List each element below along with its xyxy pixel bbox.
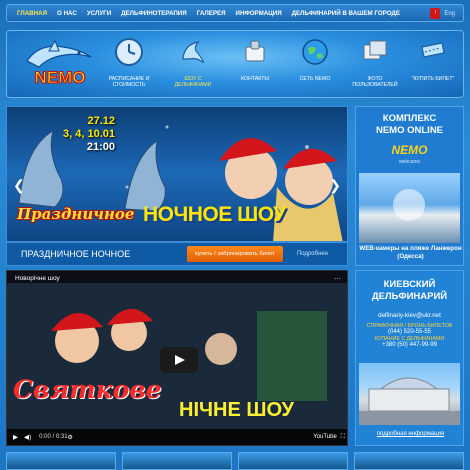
building-illustration xyxy=(359,377,460,425)
nav-item-info[interactable]: ИНФОРМАЦИЯ xyxy=(236,10,282,17)
volume-icon[interactable]: ◀) xyxy=(24,433,31,441)
video-watermark-main: НІЧНЕ ШОУ xyxy=(179,399,294,421)
dolphinarium-building-image[interactable] xyxy=(359,363,460,425)
nemo-online-title-line2: NEMO ONLINE xyxy=(375,125,444,136)
thumbnail-3[interactable] xyxy=(238,452,348,470)
video-controls: ▶ ◀) 0:00 / 0:31 ⚙ YouTube ⛶ xyxy=(7,429,347,445)
play-control-icon[interactable]: ▶ xyxy=(13,433,18,441)
video-play-button[interactable] xyxy=(160,347,198,373)
webcam-preview[interactable] xyxy=(359,173,460,243)
nav-dolphin-show-label: ШОУ С ДЕЛЬФИНАМИ xyxy=(174,76,212,89)
nav-buy-ticket-label: "КУПИТЬ БИЛЕТ" xyxy=(411,76,455,82)
swim-phone: +380 (50) 447-99-99 xyxy=(382,342,437,348)
play-icon xyxy=(393,189,425,221)
clock-icon xyxy=(115,38,143,66)
globe-icon xyxy=(302,39,328,65)
language-switcher: ! Eng xyxy=(430,8,455,19)
video-time: 0:00 / 0:31 xyxy=(39,434,68,440)
kiev-title: КИЕВСКИЙ ДЕЛЬФИНАРИЙ xyxy=(356,279,463,302)
show-dates-secondary: 3, 4, 10.01 xyxy=(63,128,115,140)
nav-buy-ticket[interactable]: "КУПИТЬ БИЛЕТ" xyxy=(407,37,459,82)
nav-nemo-network-label: СЕТЬ NEMO xyxy=(299,76,331,82)
nemo-logo[interactable]: NEMO xyxy=(19,39,101,91)
nemo-online-title-line1: КОМПЛЕКС xyxy=(382,113,437,124)
kiev-email[interactable]: delfinariy-kiev@ukr.net xyxy=(356,312,463,319)
slider-next-icon[interactable]: ❯ xyxy=(329,177,341,194)
webcams-logo-text: NEMO xyxy=(391,143,428,157)
slider-prev-icon[interactable]: ❮ xyxy=(13,177,25,194)
promo-slider[interactable]: 27.12 3, 4, 10.01 21:00 ❮ ❯ Праздничное … xyxy=(6,106,348,242)
kiev-dolphinarium-panel[interactable]: КИЕВСКИЙ ДЕЛЬФИНАРИЙ delfinariy-kiev@ukr… xyxy=(355,270,464,446)
kiev-title-line2: ДЕЛЬФИНАРИЙ xyxy=(371,290,448,302)
nav-dolphin-show[interactable]: ШОУ С ДЕЛЬФИНАМИ xyxy=(167,37,219,88)
ticket-icon xyxy=(421,42,445,58)
nav-item-home[interactable]: ГЛАВНАЯ xyxy=(17,10,47,17)
video-title: Новорічне шоу xyxy=(15,275,60,282)
lang-ru-flag[interactable]: ! xyxy=(430,8,441,19)
booking-phone: (044) 520-55-55 xyxy=(387,329,432,335)
share-icon[interactable]: ⋯ xyxy=(334,275,341,283)
nav-contacts-label: КОНТАКТЫ xyxy=(241,76,269,82)
video-player[interactable]: Новорічне шоу ⋯ Святкове НІЧНЕ ШОУ ▶ ◀) … xyxy=(6,270,348,446)
show-title-script: Праздничное xyxy=(17,205,135,223)
fullscreen-icon[interactable]: ⛶ xyxy=(341,434,345,441)
nav-schedule-label: РАСПИСАНИЕ И СТОИМОСТЬ xyxy=(108,76,150,89)
webcams-logo-sub: webcams xyxy=(398,159,421,165)
slider-caption-bar: ПРАЗДНИЧНОЕ НОЧНОЕ купить / забронироват… xyxy=(6,242,348,266)
webcams-logo: NEMO webcams xyxy=(356,141,463,165)
nemo-online-panel[interactable]: КОМПЛЕКС NEMO ONLINE NEMO webcams WEB-ка… xyxy=(355,106,464,266)
video-watermark-script: Святкове xyxy=(13,375,162,404)
nav-item-services[interactable]: УСЛУГИ xyxy=(87,10,111,17)
buy-ticket-button[interactable]: купить / забронировать билет xyxy=(187,246,283,262)
nav-contacts[interactable]: КОНТАКТЫ xyxy=(229,37,281,82)
thumbnail-2[interactable] xyxy=(122,452,232,470)
show-date-main: 27.12 xyxy=(87,115,115,127)
youtube-logo[interactable]: YouTube xyxy=(313,434,337,440)
show-title-main: НОЧНОЕ ШОУ xyxy=(143,203,286,226)
show-dates: 27.12 3, 4, 10.01 21:00 xyxy=(63,115,115,154)
nav-item-dolphin-therapy[interactable]: ДЕЛЬФИНОТЕРАПИЯ xyxy=(121,10,187,17)
show-time: 21:00 xyxy=(86,141,115,153)
nav-user-photos-label: ФОТО ПОЛЬЗОВАТЕЛЕЙ xyxy=(352,76,398,89)
slider-more-link[interactable]: Подробнее xyxy=(297,251,328,257)
nav-user-photos[interactable]: ФОТО ПОЛЬЗОВАТЕЛЕЙ xyxy=(349,37,401,88)
bottom-thumbnails xyxy=(6,452,464,470)
nav-schedule[interactable]: РАСПИСАНИЕ И СТОИМОСТЬ xyxy=(103,37,155,88)
phone-icon xyxy=(245,40,265,62)
logo-text: NEMO xyxy=(35,68,86,87)
top-navigation: ГЛАВНАЯ О НАС УСЛУГИ ДЕЛЬФИНОТЕРАПИЯ ГАЛ… xyxy=(6,4,464,22)
dolphin-icon xyxy=(182,41,205,64)
nav-item-your-city[interactable]: ДЕЛЬФИНАРИЙ В ВАШЕМ ГОРОДЕ xyxy=(292,10,400,17)
kiev-more-link[interactable]: подробная информация xyxy=(356,431,465,437)
site-header: NEMO РАСПИСАНИЕ И СТОИМОСТЬ ШОУ С ДЕЛЬФИ… xyxy=(6,30,464,98)
settings-icon[interactable]: ⚙ xyxy=(68,434,73,441)
thumbnail-1[interactable] xyxy=(6,452,116,470)
slider-caption: ПРАЗДНИЧНОЕ НОЧНОЕ xyxy=(21,249,131,259)
photo-icon xyxy=(363,40,387,60)
kiev-title-line1: КИЕВСКИЙ xyxy=(383,279,436,290)
thumbnail-4[interactable] xyxy=(354,452,464,470)
nemo-online-title: КОМПЛЕКС NEMO ONLINE xyxy=(356,113,463,137)
nav-item-gallery[interactable]: ГАЛЕРЕЯ xyxy=(197,10,226,17)
lang-eng-link[interactable]: Eng xyxy=(444,11,455,17)
nav-nemo-network[interactable]: СЕТЬ NEMO xyxy=(289,37,341,82)
webcam-caption: WEB-камеры на пляже Ланжерон (Одесса) xyxy=(359,245,462,260)
nav-item-about[interactable]: О НАС xyxy=(57,10,77,17)
